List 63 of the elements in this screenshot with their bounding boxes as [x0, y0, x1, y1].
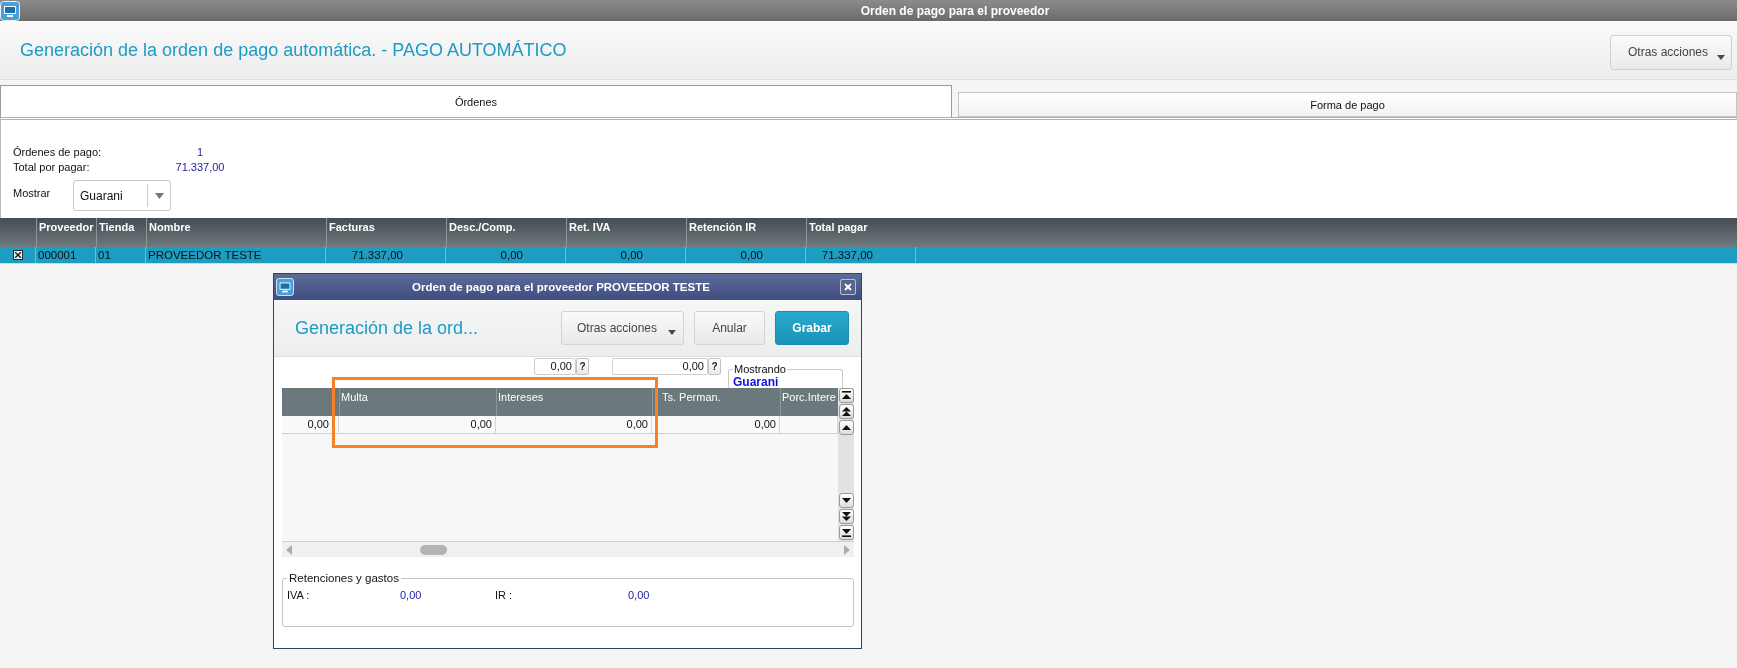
caret-down-icon [841, 498, 851, 503]
close-button[interactable] [840, 279, 856, 295]
help-button[interactable]: ? [576, 358, 589, 375]
monitor-icon [0, 0, 20, 21]
group-title: Mostrando [733, 363, 787, 376]
caret-up-bar-icon [841, 391, 851, 400]
dialog-title: Orden de pago para el proveedor PROVEEDOR TESTE [411, 281, 711, 293]
caret-down-icon [1717, 54, 1725, 60]
summary-value: 1 [195, 145, 205, 160]
action-button[interactable]: Otras acciones [561, 311, 684, 345]
table-cell: 0,00 [339, 416, 496, 433]
currency-dropdown[interactable]: Guarani [73, 180, 171, 211]
more-actions-button[interactable]: Otras acciones [1610, 34, 1732, 70]
retention-value: 0,00 [628, 588, 651, 602]
page-up-button[interactable] [838, 404, 854, 419]
table-cell: 0,00 [496, 416, 652, 433]
table-row[interactable]: 000001 01 PROVEEDOR TESTE 71.337,00 0,00 0,00 0,00 71.337,00 [0, 247, 1737, 264]
scroll-last-button[interactable] [838, 525, 854, 540]
summary-label: Órdenes de pago: [13, 145, 103, 160]
scrollbar-thumb[interactable] [420, 544, 447, 555]
table-cell: 000001 [36, 247, 96, 263]
table-cell: 0,00 [652, 416, 780, 433]
scroll-down-button[interactable] [838, 493, 854, 508]
caret-down-icon [154, 192, 164, 199]
tab[interactable]: Forma de pago [958, 92, 1737, 117]
window-title: Orden de pago para el proveedor [859, 3, 1051, 18]
page-down-button[interactable] [838, 509, 854, 524]
help-button[interactable]: ? [708, 358, 721, 375]
caret-up-icon [841, 425, 851, 430]
retention-label: IVA : [287, 588, 311, 602]
summary-label: Total por pagar: [13, 160, 91, 175]
table-cell: PROVEEDOR TESTE [146, 247, 326, 263]
scroll-up-button[interactable] [838, 420, 854, 435]
close-icon [844, 283, 852, 291]
group-title: Retenciones y gastos [288, 572, 400, 585]
amount-field[interactable]: 0,00 [534, 358, 576, 375]
currency-value: Guarani [733, 376, 780, 388]
page-title: Generación de la orden de pago automática. - PAGO AUTOMÁTICO [20, 39, 567, 61]
vertical-scrollbar[interactable] [838, 388, 854, 541]
table-cell: 0,00 [566, 247, 686, 263]
action-button[interactable]: Anular [694, 311, 765, 345]
retention-label: IR : [495, 588, 514, 602]
horizontal-scrollbar[interactable] [282, 541, 854, 557]
table-cell: 01 [96, 247, 146, 263]
show-label: Mostrar [13, 187, 52, 199]
scroll-first-button[interactable] [838, 388, 854, 403]
caret-down-icon [668, 330, 676, 335]
summary-value: 71.337,00 [174, 160, 226, 175]
table-cell: 0,00 [446, 247, 566, 263]
dialog-heading: Generación de la ord... [295, 317, 480, 339]
table-cell: 0,00 [282, 416, 339, 433]
amount-field[interactable]: 0,00 [612, 358, 708, 375]
table-cell: 0,00 [686, 247, 806, 263]
table-cell: 71.337,00 [806, 247, 916, 263]
table-cell: 71.337,00 [326, 247, 446, 263]
monitor-icon [276, 278, 294, 296]
checkbox[interactable] [13, 250, 23, 260]
retention-value: 0,00 [400, 588, 423, 602]
double-caret-up-icon [841, 407, 851, 416]
tab[interactable]: Órdenes [0, 85, 952, 117]
table-row[interactable]: 0,00 0,00 0,00 0,00 [282, 416, 838, 434]
caret-down-bar-icon [841, 528, 851, 537]
double-caret-down-icon [841, 512, 851, 521]
